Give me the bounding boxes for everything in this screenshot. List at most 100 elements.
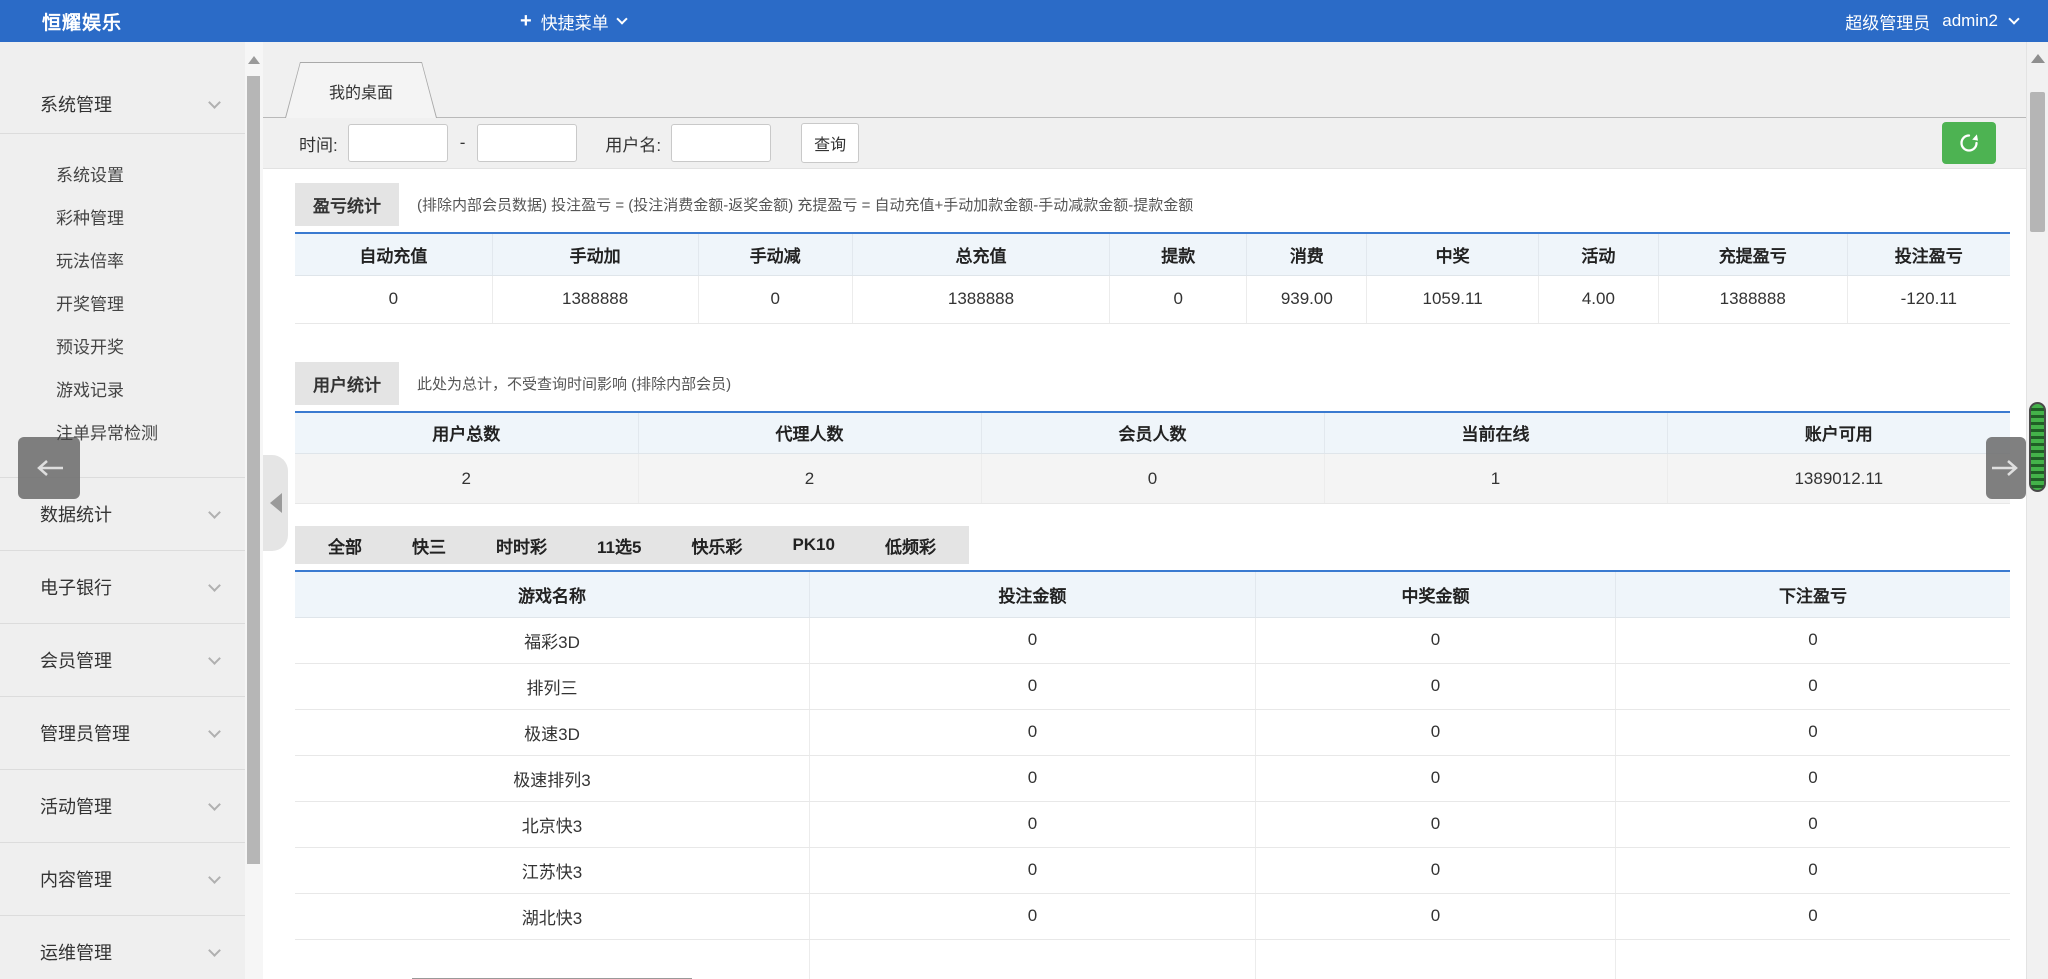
game-tab[interactable]: 低频彩 [860,533,961,558]
game-tab[interactable]: 全部 [303,533,387,558]
table-cell: 0 [1255,755,1615,801]
tab-strip: 我的桌面 [263,42,2026,118]
table-cell: 0 [1255,663,1615,709]
profit-table: 自动充值手动加手动减总充值提款消费中奖活动充提盈亏投注盈亏 0138888801… [295,232,2010,324]
game-tab[interactable]: 快三 [387,533,471,558]
tab-label: 我的桌面 [286,63,436,118]
stat-value: 0 [981,454,1324,504]
arrow-up-icon[interactable] [248,56,260,64]
table-row: 福彩3D000 [295,617,2010,663]
quick-menu-button[interactable]: + 快捷菜单 [520,9,626,34]
striped-scrollbar-indicator[interactable] [2029,402,2046,492]
column-header: 投注盈亏 [1847,233,2010,275]
profit-section-title: 盈亏统计 [295,183,399,226]
game-tab[interactable]: 快乐彩 [666,533,767,558]
time-start-input[interactable] [348,124,448,162]
stat-value: 1388888 [492,275,698,323]
table-cell: 0 [1255,801,1615,847]
refresh-button[interactable] [1942,122,1996,164]
table-cell: 0 [1616,709,2010,755]
users-section-note: 此处为总计，不受查询时间影响 (排除内部会员) [417,373,731,394]
stat-value: 1388888 [852,275,1109,323]
content-area: 我的桌面 时间: - 用户名: 查询 盈亏统计 (排除内部会员数据) 投注盈亏 … [263,42,2026,979]
table-cell: 0 [810,617,1256,663]
chevron-down-icon [2008,13,2019,24]
role-label: 超级管理员 [1845,9,1930,34]
column-header: 活动 [1538,233,1658,275]
sidebar-scrollbar[interactable] [245,42,263,979]
column-header: 充提盈亏 [1658,233,1847,275]
topbar: 恒耀娱乐 + 快捷菜单 超级管理员 admin2 [0,0,2048,42]
sidebar-collapse-handle[interactable] [263,455,288,551]
tab-my-desktop[interactable]: 我的桌面 [285,62,437,118]
sidebar-item-activity-management[interactable]: 活动管理 [0,769,245,842]
sidebar-subitem[interactable]: 玩法倍率 [0,240,245,283]
stat-value: -120.11 [1847,275,2010,323]
stat-value: 0 [1110,275,1247,323]
chevron-down-icon [208,798,221,811]
profit-section-note: (排除内部会员数据) 投注盈亏 = (投注消费金额-返奖金额) 充提盈亏 = 自… [417,194,1193,215]
game-tab[interactable]: PK10 [767,535,860,555]
username-input[interactable] [671,124,771,162]
sidebar-subitem[interactable]: 系统设置 [0,154,245,197]
table-cell [1255,939,1615,979]
chevron-down-icon [208,652,221,665]
table-header-row: 用户总数代理人数会员人数当前在线账户可用 [295,412,2010,454]
chevron-down-icon [208,579,221,592]
sidebar-item-member-management[interactable]: 会员管理 [0,623,245,696]
filter-bar: 时间: - 用户名: 查询 [263,118,2026,169]
table-cell: 0 [1616,617,2010,663]
arrow-up-icon[interactable] [2031,54,2045,63]
column-header: 提款 [1110,233,1247,275]
stat-value: 1389012.11 [1667,454,2010,504]
table-cell: 0 [810,801,1256,847]
column-header: 中奖 [1367,233,1539,275]
page-scrollbar[interactable] [2026,42,2048,979]
arrow-right-icon [1991,457,2021,479]
sidebar-item-admin-management[interactable]: 管理员管理 [0,696,245,769]
table-cell [810,939,1256,979]
game-tab[interactable]: 11选5 [572,533,666,558]
table-row: 江苏快3000 [295,847,2010,893]
quick-menu-label: 快捷菜单 [541,9,609,34]
column-header: 自动充值 [295,233,492,275]
stat-value: 1 [1324,454,1667,504]
games-table-body: 福彩3D000排列三000极速3D000极速排列3000北京快3000江苏快30… [295,617,2010,939]
sidebar-item-system-management[interactable]: 系统管理 [0,75,245,133]
scrollbar-thumb[interactable] [247,76,260,864]
sidebar-subitem[interactable]: 预设开奖 [0,326,245,369]
scroll-right-button[interactable] [1986,437,2026,499]
table-cell: 0 [810,893,1256,939]
profit-section-header: 盈亏统计 (排除内部会员数据) 投注盈亏 = (投注消费金额-返奖金额) 充提盈… [295,183,2010,226]
table-header-row: 自动充值手动加手动减总充值提款消费中奖活动充提盈亏投注盈亏 [295,233,2010,275]
username-label: 用户名: [605,131,661,156]
table-cell: 0 [810,847,1256,893]
dash-separator: - [460,133,466,153]
sidebar-item-e-bank[interactable]: 电子银行 [0,550,245,623]
query-button[interactable]: 查询 [801,123,859,163]
column-header: 用户总数 [295,412,638,454]
column-header: 中奖金额 [1255,571,1615,617]
sidebar-subitem[interactable]: 注单异常检测 [0,412,245,455]
users-section-title: 用户统计 [295,362,399,405]
user-menu[interactable]: 超级管理员 admin2 [1845,9,2018,34]
sidebar-subitem[interactable]: 游戏记录 [0,369,245,412]
sidebar-subitem[interactable]: 彩种管理 [0,197,245,240]
stat-value: 939.00 [1247,275,1367,323]
sidebar-item-label: 系统管理 [40,91,112,117]
sidebar-item-content-management[interactable]: 内容管理 [0,842,245,915]
sidebar-item-label: 内容管理 [40,866,112,892]
scrollbar-thumb[interactable] [2030,92,2045,232]
sidebar-subitem[interactable]: 开奖管理 [0,283,245,326]
sidebar-item-ops-management[interactable]: 运维管理 [0,915,245,979]
table-cell [1616,939,2010,979]
time-end-input[interactable] [477,124,577,162]
dashboard-main: 盈亏统计 (排除内部会员数据) 投注盈亏 = (投注消费金额-返奖金额) 充提盈… [263,169,2026,979]
stat-value: 1388888 [1658,275,1847,323]
sidebar-item-label: 管理员管理 [40,720,130,746]
table-cell: 0 [1255,709,1615,755]
column-header: 代理人数 [638,412,981,454]
table-cell: 0 [810,755,1256,801]
game-tab[interactable]: 时时彩 [471,533,572,558]
table-row: 排列三000 [295,663,2010,709]
